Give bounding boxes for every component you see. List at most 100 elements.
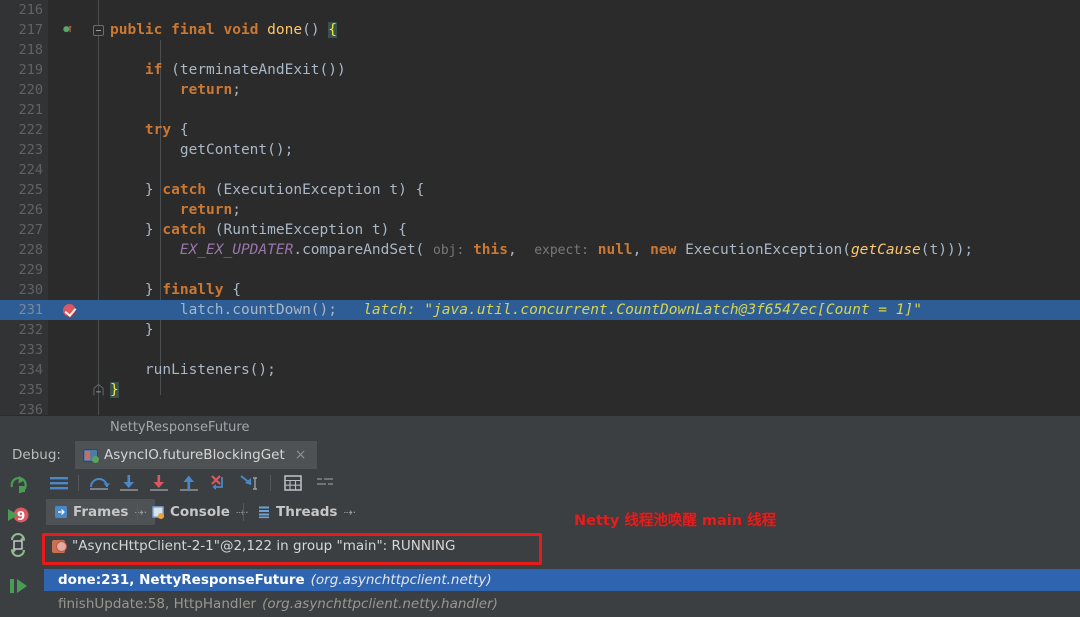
frames-panel: "AsyncHttpClient-2-1"@2,122 in group "ma…	[36, 525, 1080, 617]
code-editor[interactable]: 216 217 public final void done() { 218 2…	[0, 0, 1080, 415]
frame-package: (org.asynchttpclient.netty.handler)	[262, 596, 498, 612]
code-line[interactable]: 216	[0, 0, 1080, 20]
console-icon	[152, 506, 164, 519]
tab-console[interactable]: Console ⇢·	[143, 499, 257, 525]
code-line[interactable]: 226 return;	[0, 200, 1080, 220]
step-over-icon[interactable]	[88, 473, 110, 493]
line-number: 217	[18, 22, 43, 38]
tab-frames[interactable]: Frames ⇢·	[46, 499, 156, 525]
code-text: } catch (RuntimeException t) {	[144, 222, 407, 238]
code-text: } catch (ExecutionException t) {	[144, 182, 425, 198]
debug-session-tab[interactable]: AsyncIO.futureBlockingGet ×	[75, 441, 317, 469]
code-line[interactable]: 227 } catch (RuntimeException t) {	[0, 220, 1080, 240]
tab-threads-label: Threads	[276, 504, 338, 520]
code-line[interactable]: 236	[0, 400, 1080, 415]
mute-breakpoints-icon[interactable]	[6, 533, 30, 557]
code-text: return;	[179, 202, 241, 218]
debug-window-label: Debug:	[12, 447, 61, 463]
breadcrumb-left-stub	[0, 416, 36, 442]
line-number: 234	[18, 362, 43, 378]
tab-divider	[137, 503, 138, 521]
toolbar-separator	[270, 475, 271, 491]
line-number: 219	[18, 62, 43, 78]
line-number: 236	[18, 402, 43, 415]
code-text: latch.countDown(); latch: "java.util.con…	[179, 302, 922, 318]
thread-selector-label: "AsyncHttpClient-2-1"@2,122 in group "ma…	[72, 538, 456, 554]
code-text: }	[110, 382, 119, 398]
tab-threads[interactable]: Threads ⇢·	[249, 499, 364, 525]
code-line[interactable]: 235 }	[0, 380, 1080, 400]
toolbar-separator	[78, 475, 79, 491]
code-line[interactable]: 229	[0, 260, 1080, 280]
line-number: 218	[18, 42, 43, 58]
line-number: 223	[18, 142, 43, 158]
annotation-text: Netty 线程池唤醒 main 线程	[574, 513, 777, 529]
breakpoint-verified-icon[interactable]	[55, 300, 85, 320]
line-number: 227	[18, 222, 43, 238]
threads-icon	[259, 506, 269, 519]
code-line-current-execution[interactable]: 231 latch.countDown(); latch: "java.util…	[0, 300, 1080, 320]
code-line[interactable]: 217 public final void done() {	[0, 20, 1080, 40]
debug-side-toolbar: 9	[0, 469, 36, 617]
code-line[interactable]: 220 return;	[0, 80, 1080, 100]
code-text: runListeners();	[144, 362, 276, 378]
line-number: 229	[18, 262, 43, 278]
code-line[interactable]: 223 getContent();	[0, 140, 1080, 160]
fold-end-icon[interactable]	[90, 380, 106, 400]
line-number: 235	[18, 382, 43, 398]
code-line[interactable]: 224	[0, 160, 1080, 180]
resume-program-icon[interactable]: 9	[6, 503, 30, 527]
line-number: 216	[18, 2, 43, 18]
frame-method: done:231, NettyResponseFuture	[58, 572, 305, 588]
rerun-icon[interactable]	[6, 473, 30, 497]
step-out-icon[interactable]	[178, 473, 200, 493]
force-step-into-icon[interactable]	[148, 473, 170, 493]
code-text: public final void done() {	[110, 22, 338, 38]
frame-package: (org.asynchttpclient.netty)	[310, 572, 492, 588]
code-line[interactable]: 219 if (terminateAndExit())	[0, 60, 1080, 80]
code-line[interactable]: 218	[0, 40, 1080, 60]
fold-collapse-icon[interactable]	[90, 20, 106, 40]
debug-tool-window-header: Debug: AsyncIO.futureBlockingGet ×	[0, 441, 1080, 469]
code-line[interactable]: 222 try {	[0, 120, 1080, 140]
run-configuration-icon	[83, 448, 99, 463]
inline-debug-label: latch:	[363, 302, 416, 318]
debug-panel-tabs: Frames ⇢· Console ⇢· Threads ⇢·	[36, 499, 1080, 525]
drop-frame-icon[interactable]	[208, 473, 230, 493]
inline-debug-value: "java.util.concurrent.CountDownLatch@3f6…	[424, 302, 922, 318]
close-icon[interactable]: ×	[295, 447, 307, 463]
breadcrumb-bar: NettyResponseFuture	[0, 415, 1080, 442]
debug-actions-toolbar	[36, 469, 1080, 497]
line-number: 222	[18, 122, 43, 138]
line-number: 221	[18, 102, 43, 118]
code-line[interactable]: 221	[0, 100, 1080, 120]
evaluate-expression-icon[interactable]	[282, 473, 304, 493]
tab-divider	[243, 503, 244, 521]
code-text: if (terminateAndExit())	[144, 62, 346, 78]
line-number: 233	[18, 342, 43, 358]
tab-console-label: Console	[170, 504, 230, 520]
pin-icon[interactable]: ⇢·	[343, 506, 356, 519]
thread-selector[interactable]: "AsyncHttpClient-2-1"@2,122 in group "ma…	[44, 533, 1080, 559]
code-line[interactable]: 228 EX_EX_UPDATER.compareAndSet( obj: th…	[0, 240, 1080, 260]
line-number: 226	[18, 202, 43, 218]
code-line[interactable]: 230 } finally {	[0, 280, 1080, 300]
code-line[interactable]: 234 runListeners();	[0, 360, 1080, 380]
line-number: 230	[18, 282, 43, 298]
line-number: 220	[18, 82, 43, 98]
show-execution-point-icon[interactable]	[48, 473, 70, 493]
settings-list-icon[interactable]	[314, 473, 336, 493]
code-line[interactable]: 233	[0, 340, 1080, 360]
frame-list-item-selected[interactable]: done:231, NettyResponseFuture (org.async…	[44, 569, 1080, 591]
code-line[interactable]: 225 } catch (ExecutionException t) {	[0, 180, 1080, 200]
step-into-icon[interactable]	[118, 473, 140, 493]
run-to-cursor-icon[interactable]	[238, 473, 260, 493]
frame-list-item[interactable]: finishUpdate:58, HttpHandler (org.asynch…	[44, 593, 1080, 615]
idea-debugger-window: 216 217 public final void done() { 218 2…	[0, 0, 1080, 617]
tab-frames-label: Frames	[73, 504, 129, 520]
code-text: EX_EX_UPDATER.compareAndSet( obj: this, …	[179, 242, 974, 258]
override-icon[interactable]	[55, 20, 85, 40]
pause-program-icon[interactable]	[6, 574, 30, 598]
code-line[interactable]: 232 }	[0, 320, 1080, 340]
breadcrumb[interactable]: NettyResponseFuture	[110, 420, 249, 435]
